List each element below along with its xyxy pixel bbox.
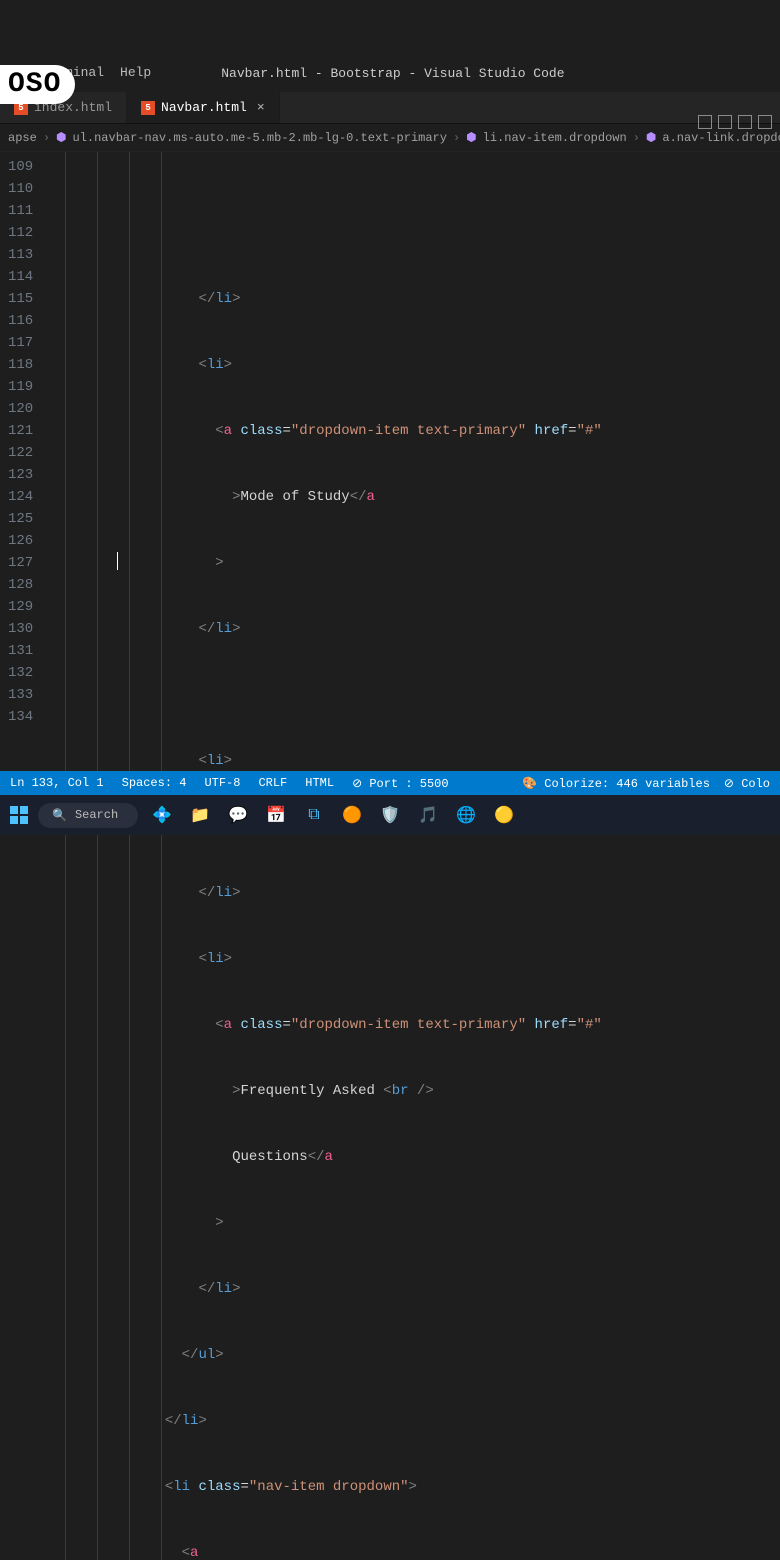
line-number: 125: [8, 508, 33, 530]
layout-icon[interactable]: [738, 115, 752, 129]
line-number: 127: [8, 552, 33, 574]
layout-icon[interactable]: [718, 115, 732, 129]
chevron-right-icon: ›: [43, 131, 50, 145]
symbol-icon: ⬢: [56, 130, 66, 145]
search-icon: 🔍: [52, 808, 67, 823]
status-eol[interactable]: CRLF: [258, 776, 287, 790]
taskbar-app-icon[interactable]: 📅: [262, 801, 290, 829]
breadcrumb[interactable]: apse › ⬢ ul.navbar-nav.ms-auto.me-5.mb-2…: [0, 124, 780, 152]
line-number: 128: [8, 574, 33, 596]
line-number: 123: [8, 464, 33, 486]
symbol-icon: ⬢: [466, 130, 476, 145]
taskbar-app-icon[interactable]: 💬: [224, 801, 252, 829]
tab-label: Navbar.html: [161, 100, 247, 115]
taskbar-app-icon[interactable]: ⧉: [300, 801, 328, 829]
line-number: 116: [8, 310, 33, 332]
line-number: 131: [8, 640, 33, 662]
taskbar-app-icon[interactable]: 🟠: [338, 801, 366, 829]
line-number: 134: [8, 706, 33, 728]
line-number: 129: [8, 596, 33, 618]
line-gutter: 109 110 111 112 113 114 115 116 117 118 …: [0, 152, 47, 1560]
layout-icon[interactable]: [698, 115, 712, 129]
code-content[interactable]: </li> <li> <a class="dropdown-item text-…: [47, 152, 711, 1560]
chevron-right-icon: ›: [633, 131, 640, 145]
line-number: 114: [8, 266, 33, 288]
start-button[interactable]: [10, 806, 28, 824]
tab-bar: 5 index.html 5 Navbar.html ×: [0, 92, 780, 124]
close-icon[interactable]: ×: [257, 100, 265, 115]
window-title: Navbar.html - Bootstrap - Visual Studio …: [221, 66, 564, 81]
line-number: 115: [8, 288, 33, 310]
breadcrumb-item[interactable]: apse: [8, 131, 37, 145]
status-extra[interactable]: ⊘ Colo: [724, 776, 770, 791]
line-number: 113: [8, 244, 33, 266]
taskbar-app-icon[interactable]: 🛡️: [376, 801, 404, 829]
line-number: 111: [8, 200, 33, 222]
layout-icon[interactable]: [758, 115, 772, 129]
line-number: 112: [8, 222, 33, 244]
line-number: 117: [8, 332, 33, 354]
tab-navbar[interactable]: 5 Navbar.html ×: [127, 92, 280, 123]
symbol-icon: ⬢: [646, 130, 656, 145]
chevron-right-icon: ›: [453, 131, 460, 145]
status-encoding[interactable]: UTF-8: [204, 776, 240, 790]
line-number: 132: [8, 662, 33, 684]
html-icon: 5: [141, 101, 155, 115]
taskbar: 🔍 Search 💠 📁 💬 📅 ⧉ 🟠 🛡️ 🎵 🌐 🟡: [0, 795, 780, 835]
line-number: 121: [8, 420, 33, 442]
titlebar: un Terminal Help Navbar.html - Bootstrap…: [0, 55, 780, 92]
search-placeholder: Search: [75, 808, 118, 822]
line-number: 110: [8, 178, 33, 200]
status-cursor-pos[interactable]: Ln 133, Col 1: [10, 776, 104, 790]
line-number: 124: [8, 486, 33, 508]
taskbar-app-icon[interactable]: 🟡: [490, 801, 518, 829]
breadcrumb-item[interactable]: a.nav-link.dropdown-toggle.: [662, 131, 780, 145]
line-number: 109: [8, 156, 33, 178]
breadcrumb-item[interactable]: li.nav-item.dropdown: [483, 131, 627, 145]
menu-help[interactable]: Help: [120, 65, 151, 80]
line-number: 133: [8, 684, 33, 706]
code-editor[interactable]: 109 110 111 112 113 114 115 116 117 118 …: [0, 152, 780, 1560]
taskbar-search[interactable]: 🔍 Search: [38, 803, 138, 828]
line-number: 120: [8, 398, 33, 420]
taskbar-app-icon[interactable]: 📁: [186, 801, 214, 829]
status-colorize[interactable]: 🎨 Colorize: 446 variables: [522, 776, 710, 791]
status-language[interactable]: HTML: [305, 776, 334, 790]
text-cursor: [117, 552, 118, 570]
taskbar-app-icon[interactable]: 🎵: [414, 801, 442, 829]
line-number: 118: [8, 354, 33, 376]
status-bar: Ln 133, Col 1 Spaces: 4 UTF-8 CRLF HTML …: [0, 771, 780, 795]
line-number: 126: [8, 530, 33, 552]
status-port[interactable]: ⊘ Port : 5500: [352, 776, 448, 791]
line-number: 122: [8, 442, 33, 464]
taskbar-app-icon[interactable]: 💠: [148, 801, 176, 829]
breadcrumb-item[interactable]: ul.navbar-nav.ms-auto.me-5.mb-2.mb-lg-0.…: [73, 131, 447, 145]
line-number: 119: [8, 376, 33, 398]
line-number: 130: [8, 618, 33, 640]
watermark: OSO: [0, 65, 75, 104]
status-spaces[interactable]: Spaces: 4: [122, 776, 187, 790]
taskbar-app-icon[interactable]: 🌐: [452, 801, 480, 829]
